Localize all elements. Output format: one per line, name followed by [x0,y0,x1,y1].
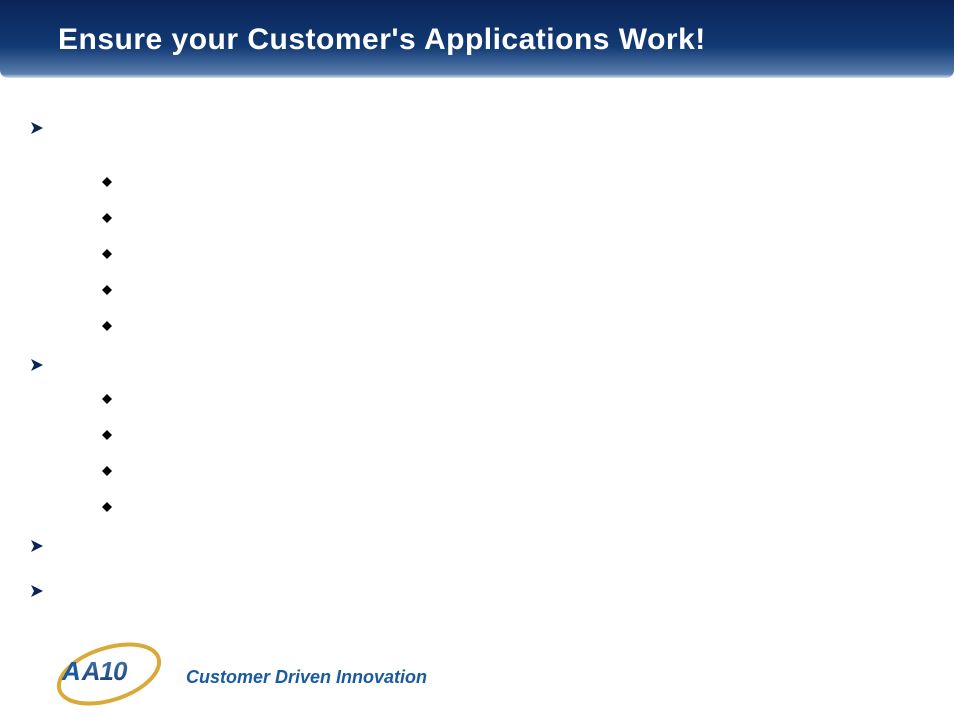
diamond-icon [102,466,112,476]
footer-tagline: Customer Driven Innovation [186,667,427,688]
bullet-item [30,536,924,553]
sub-bullet-item [102,426,924,440]
diamond-icon [102,177,112,187]
sub-bullet-item [102,317,924,331]
arrow-right-icon [30,584,44,598]
logo-ten-part: A10 [80,656,129,686]
sub-bullet-item [102,209,924,223]
arrow-right-icon [30,121,44,135]
diamond-icon [102,394,112,404]
slide-title: Ensure your Customer's Applications Work… [58,23,706,57]
arrow-right-icon [30,539,44,553]
diamond-icon [102,321,112,331]
diamond-icon [102,213,112,223]
sub-bullet-list [102,173,924,331]
bullet-item [30,118,924,135]
sub-bullet-item [102,173,924,187]
arrow-right-icon [30,358,44,372]
logo-text: AA10 [62,656,128,687]
diamond-icon [102,249,112,259]
footer-logo-area: AA10 Customer Driven Innovation [54,636,427,706]
sub-bullet-item [102,390,924,404]
bullet-item [30,581,924,598]
bullet-item [30,355,924,372]
slide-header: Ensure your Customer's Applications Work… [0,0,954,78]
sub-bullet-list [102,390,924,512]
sub-bullet-item [102,245,924,259]
diamond-icon [102,430,112,440]
diamond-icon [102,285,112,295]
sub-bullet-item [102,498,924,512]
sub-bullet-item [102,281,924,295]
sub-bullet-item [102,462,924,476]
diamond-icon [102,502,112,512]
slide-content [0,78,954,598]
a10-logo: AA10 [54,636,144,706]
